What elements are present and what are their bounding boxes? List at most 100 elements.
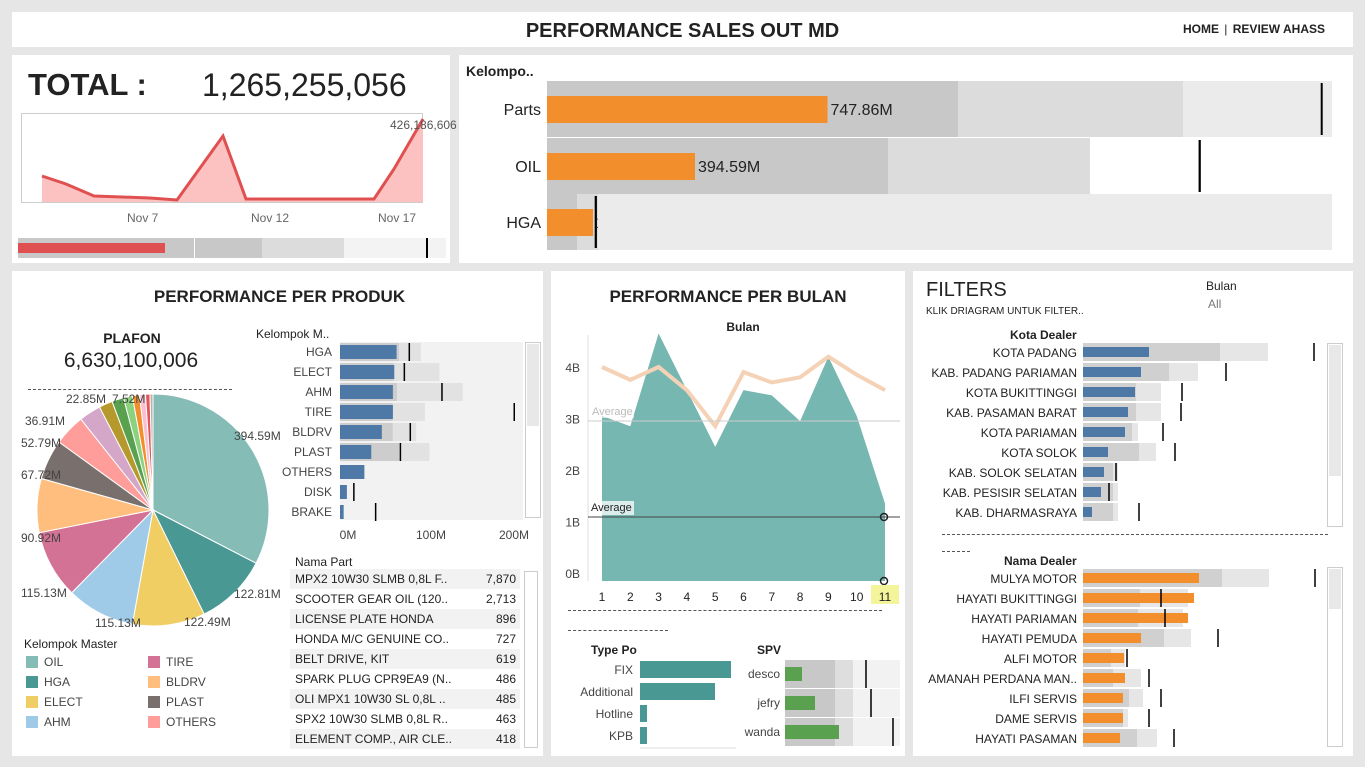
nav-home-link[interactable]: HOME <box>1183 22 1219 36</box>
legend-swatch <box>148 676 160 688</box>
legend-label: AHM <box>44 715 71 729</box>
kota-label-kota-padang: KOTA PADANG <box>993 346 1077 360</box>
kota-bar-kab-padang-pariaman <box>1083 367 1141 377</box>
km-bullet-chart[interactable]: HGA ELECT AHM TIRE BLDRV PLAST OTHERS DISK BRAKE… <box>12 271 612 551</box>
dealer-bar-amanah-perdana-man <box>1083 673 1125 683</box>
legend-label: TIRE <box>166 655 194 669</box>
part-name: SCOOTER GEAR OIL (120.. <box>295 592 448 606</box>
kota-bullet-chart[interactable]: KOTA PADANG KAB. PADANG PARIAMAN KOTA BUKI… <box>913 271 1353 756</box>
kota-bar-kab-dharmasraya <box>1083 507 1092 517</box>
typepo-label-hotline: Hotline <box>596 707 634 721</box>
kel-category-hga: HGA <box>506 215 541 232</box>
km-bar-hga <box>340 345 397 359</box>
part-table: MPX2 10W30 SLMB 0,8L F.. 7,870 SCOOTER GEA… <box>290 569 520 751</box>
part-row[interactable]: SPARK PLUG CPR9EA9 (N.. 486 <box>290 669 520 689</box>
km-axis-tick-0m: 0M <box>340 528 357 542</box>
km-bullet-svg: HGA ELECT AHM TIRE BLDRV PLAST OTHERS DISK BRAKE… <box>282 342 612 542</box>
total-trend-chart[interactable]: 426,186,606 <box>21 113 457 203</box>
kota-bar-kota-pariaman <box>1083 427 1125 437</box>
pie-label-tire: 115.13M <box>21 586 67 600</box>
legend-label: BLDRV <box>166 675 206 689</box>
part-row[interactable]: OLI MPX1 10W30 SL 0,8L .. 485 <box>290 689 520 709</box>
pie-label-hga: 122.81M <box>234 587 281 601</box>
part-row[interactable]: SCOOTER GEAR OIL (120.. 2,713 <box>290 589 520 609</box>
total-bullet-fill <box>18 243 165 253</box>
typepo-bar-fix <box>640 661 731 678</box>
km-axis-tick-100m: 100M <box>416 528 446 542</box>
x-tick-nov7: Nov 7 <box>127 211 159 225</box>
dealer-bar-mulya-motor <box>1083 573 1199 583</box>
trend-peak-label: 426,186,606 <box>390 118 457 132</box>
part-row[interactable]: MPX2 10W30 SLMB 0,8L F.. 7,870 <box>290 569 520 589</box>
km-bar-others <box>340 465 365 479</box>
kota-bar-kab-solok-selatan <box>1083 467 1104 477</box>
km-bar-bldrv <box>340 425 382 439</box>
bulan-panel: PERFORMANCE PER BULAN Bulan 4B 3B 2B 1B 0B 1 2… <box>551 271 905 756</box>
typepo-label-fix: FIX <box>614 663 633 677</box>
legend-swatch <box>148 656 160 668</box>
dealer-bar-hayati-pemuda <box>1083 633 1141 643</box>
spv-label-desco: desco <box>748 667 780 681</box>
dealer-bar-dame-servis <box>1083 713 1123 723</box>
km-category-brake: BRAKE <box>291 505 332 519</box>
dealer-label-hayati-pemuda: HAYATI PEMUDA <box>982 632 1077 646</box>
part-name: BELT DRIVE, KIT <box>295 652 390 666</box>
typepo-bar-chart[interactable]: FIX Additional Hotline KPB desco jefry wanda <box>551 271 905 756</box>
typepo-bar-additional <box>640 683 715 700</box>
kelompok-bullet-chart[interactable]: 747.86MParts394.59MOIL122.81MHGA <box>459 55 1353 263</box>
header-bar: PERFORMANCE SALES OUT MD HOME | REVIEW A… <box>12 12 1353 47</box>
total-label: TOTAL : <box>28 67 147 102</box>
km-bar-tire <box>340 405 393 419</box>
part-value: 418 <box>495 732 516 746</box>
total-panel: TOTAL : 1,265,255,056 426,186,606 Nov 7 … <box>12 55 457 263</box>
legend-swatch <box>148 696 160 708</box>
filters-panel: FILTERS KLIK DRIAGRAM UNTUK FILTER.. Bul… <box>913 271 1353 756</box>
legend-swatch <box>26 696 38 708</box>
part-row[interactable]: LICENSE PLATE HONDA 896 <box>290 609 520 629</box>
total-bullet-target <box>426 238 428 258</box>
kel-band-extra-parts <box>1183 81 1332 137</box>
dealer-bar-alfi-motor <box>1083 653 1124 663</box>
part-row[interactable]: BELT DRIVE, KIT 619 <box>290 649 520 669</box>
part-row[interactable]: ELEMENT COMP., AIR CLE.. 418 <box>290 729 520 749</box>
part-title: Nama Part <box>295 555 353 569</box>
km-category-tire: TIRE <box>305 405 332 419</box>
legend-swatch <box>148 716 160 728</box>
produk-panel: PERFORMANCE PER PRODUK PLAFON 6,630,100,… <box>12 271 612 756</box>
part-value: 896 <box>495 612 516 626</box>
kel-category-parts: Parts <box>504 102 541 119</box>
legend-label: PLAST <box>166 695 205 709</box>
part-name: SPARK PLUG CPR9EA9 (N.. <box>295 672 452 686</box>
kel-category-oil: OIL <box>515 159 541 176</box>
part-row[interactable]: HONDA M/C GENUINE CO.. 727 <box>290 629 520 649</box>
nav-review-link[interactable]: REVIEW AHASS <box>1233 22 1325 36</box>
km-bar-ahm <box>340 385 393 399</box>
dealer-bar-ilfi-servis <box>1083 693 1123 703</box>
legend-swatch <box>26 676 38 688</box>
pie-label-elect: 122.49M <box>184 615 231 629</box>
dealer-scrollbar[interactable] <box>1327 567 1343 747</box>
legend-label: OTHERS <box>166 715 217 729</box>
total-bullet-bar[interactable] <box>18 238 446 258</box>
part-value: 486 <box>495 672 516 686</box>
part-value: 485 <box>495 692 516 706</box>
kota-scrollbar[interactable] <box>1327 343 1343 527</box>
dealer-bar-hayati-pasaman <box>1083 733 1120 743</box>
part-row[interactable]: SPX2 10W30 SLMB 0,8L R.. 463 <box>290 709 520 729</box>
dealer-title: Nama Dealer <box>1004 554 1077 568</box>
part-value: 463 <box>495 712 516 726</box>
spv-bar-desco <box>785 667 802 681</box>
km-category-hga: HGA <box>306 345 332 359</box>
part-value: 2,713 <box>485 592 516 606</box>
part-name: LICENSE PLATE HONDA <box>295 612 434 626</box>
km-category-elect: ELECT <box>293 365 332 379</box>
part-name: ELEMENT COMP., AIR CLE.. <box>295 732 452 746</box>
spv-bar-jefry <box>785 696 815 710</box>
km-scrollbar[interactable] <box>525 342 541 518</box>
kota-label-kota-solok: KOTA SOLOK <box>1001 446 1077 460</box>
filter-bullet-svg: KOTA PADANG KAB. PADANG PARIAMAN KOTA BUKI… <box>928 343 1316 747</box>
spv-label-wanda: wanda <box>744 725 781 739</box>
x-tick-nov17: Nov 17 <box>378 211 417 225</box>
typepo-label-additional: Additional <box>580 685 633 699</box>
part-scrollbar[interactable] <box>524 571 538 748</box>
